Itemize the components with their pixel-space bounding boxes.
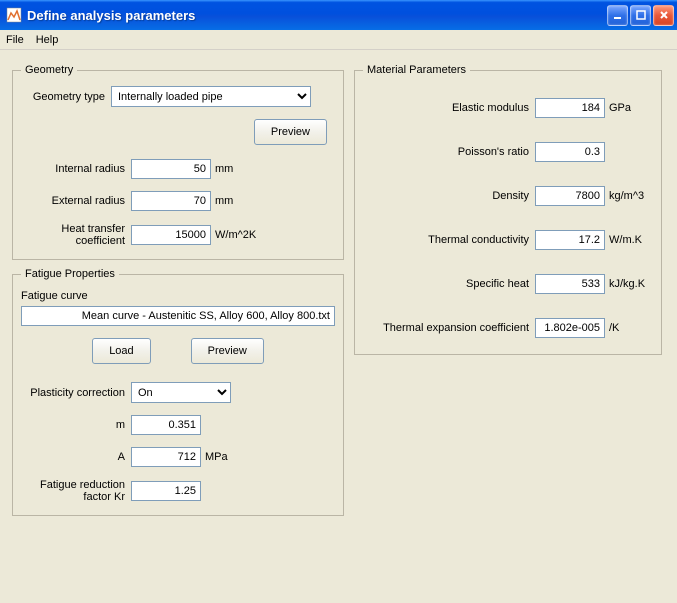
minimize-button[interactable] — [607, 5, 628, 26]
elastic-unit: GPa — [605, 102, 653, 114]
internal-radius-unit: mm — [211, 163, 233, 175]
external-radius-input[interactable] — [131, 191, 211, 211]
titlebar: Define analysis parameters — [0, 0, 677, 30]
poisson-input[interactable] — [535, 142, 605, 162]
poisson-label: Poisson's ratio — [363, 146, 535, 158]
menu-file[interactable]: File — [6, 34, 24, 46]
geometry-preview-button[interactable]: Preview — [254, 119, 327, 145]
a-label: A — [21, 451, 131, 463]
close-button[interactable] — [653, 5, 674, 26]
htc-unit: W/m^2K — [211, 229, 256, 241]
fatigue-curve-label: Fatigue curve — [21, 290, 335, 302]
elastic-label: Elastic modulus — [363, 102, 535, 114]
geometry-group: Geometry Geometry type Internally loaded… — [12, 64, 344, 260]
a-unit: MPa — [201, 451, 228, 463]
fatigue-preview-button[interactable]: Preview — [191, 338, 264, 364]
m-label: m — [21, 419, 131, 431]
window-title: Define analysis parameters — [27, 8, 607, 23]
tc-unit: W/m.K — [605, 234, 653, 246]
fatigue-curve-input[interactable] — [21, 306, 335, 326]
geometry-type-label: Geometry type — [21, 91, 111, 103]
density-input[interactable] — [535, 186, 605, 206]
tc-label: Thermal conductivity — [363, 234, 535, 246]
geometry-type-select[interactable]: Internally loaded pipe — [111, 86, 311, 107]
window-controls — [607, 5, 674, 26]
krf-label: Fatigue reduction factor Kr — [21, 479, 131, 503]
sh-input[interactable] — [535, 274, 605, 294]
internal-radius-label: Internal radius — [21, 163, 131, 175]
htc-label: Heat transfer coefficient — [21, 223, 131, 247]
tec-unit: /K — [605, 322, 653, 334]
tec-label: Thermal expansion coefficient — [363, 322, 535, 334]
external-radius-unit: mm — [211, 195, 233, 207]
plasticity-select[interactable]: On — [131, 382, 231, 403]
client-area: Geometry Geometry type Internally loaded… — [0, 50, 677, 530]
maximize-button[interactable] — [630, 5, 651, 26]
htc-input[interactable] — [131, 225, 211, 245]
material-group: Material Parameters Elastic modulus GPa … — [354, 64, 662, 355]
plasticity-label: Plasticity correction — [21, 387, 131, 399]
tc-input[interactable] — [535, 230, 605, 250]
fatigue-group: Fatigue Properties Fatigue curve Load Pr… — [12, 268, 344, 516]
material-legend: Material Parameters — [363, 64, 470, 76]
krf-input[interactable] — [131, 481, 201, 501]
tec-input[interactable] — [535, 318, 605, 338]
internal-radius-input[interactable] — [131, 159, 211, 179]
density-unit: kg/m^3 — [605, 190, 653, 202]
sh-label: Specific heat — [363, 278, 535, 290]
menu-help[interactable]: Help — [36, 34, 59, 46]
elastic-input[interactable] — [535, 98, 605, 118]
external-radius-label: External radius — [21, 195, 131, 207]
menubar: File Help — [0, 30, 677, 50]
a-input[interactable] — [131, 447, 201, 467]
m-input[interactable] — [131, 415, 201, 435]
sh-unit: kJ/kg.K — [605, 278, 653, 290]
geometry-legend: Geometry — [21, 64, 77, 76]
fatigue-legend: Fatigue Properties — [21, 268, 119, 280]
density-label: Density — [363, 190, 535, 202]
fatigue-load-button[interactable]: Load — [92, 338, 150, 364]
app-icon — [6, 7, 22, 23]
